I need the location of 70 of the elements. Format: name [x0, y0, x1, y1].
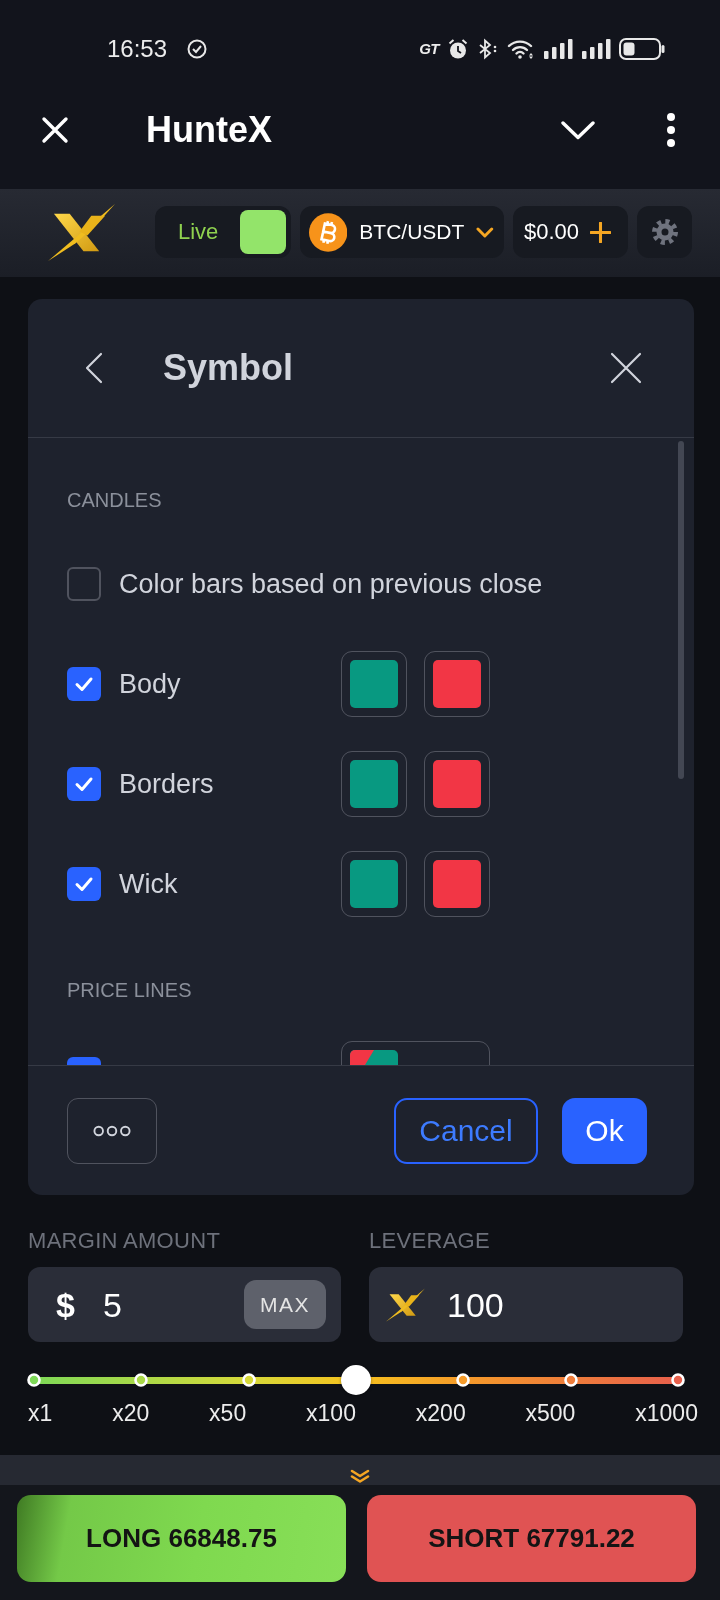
signal-icon: [543, 38, 573, 60]
checkbox[interactable]: [67, 767, 101, 801]
mode-label: Live: [178, 219, 219, 245]
slider-stop-icon[interactable]: [456, 1373, 471, 1387]
live-mode-toggle[interactable]: Live: [155, 206, 291, 258]
slider-stop-label: x500: [525, 1400, 576, 1426]
more-vertical-icon[interactable]: [667, 113, 675, 147]
slider-stop-label: x1: [28, 1400, 53, 1426]
bitcoin-icon: [309, 212, 348, 252]
settings-icon: [650, 218, 679, 246]
more-horizontal-icon: [93, 1124, 131, 1137]
option-label: Body: [119, 668, 182, 700]
section-heading: CANDLES: [67, 488, 163, 512]
leverage-field[interactable]: 100: [369, 1267, 683, 1342]
status-time: 16:53: [107, 35, 168, 63]
slider-stop-icon[interactable]: [27, 1373, 41, 1387]
symbol-selector[interactable]: BTC/USDT: [300, 206, 504, 258]
plus-icon: [590, 221, 612, 243]
more-options-button[interactable]: [67, 1097, 157, 1164]
settings-button[interactable]: [637, 206, 692, 258]
option-label: Color bars based on previous close: [119, 568, 543, 600]
slider-stop-icon[interactable]: [671, 1373, 685, 1387]
checkbox[interactable]: [67, 867, 101, 901]
option-label: Wick: [119, 868, 179, 900]
color-picker-button[interactable]: [341, 851, 407, 917]
color-picker-button[interactable]: [424, 651, 490, 717]
network-type-label: GT: [419, 40, 439, 58]
battery-icon: [619, 38, 665, 60]
slider-stop-label: x50: [209, 1400, 247, 1426]
chevron-down-icon[interactable]: [561, 120, 595, 140]
close-icon[interactable]: [610, 352, 642, 384]
currency-symbol: $: [56, 1284, 75, 1325]
max-button[interactable]: MAX: [244, 1280, 326, 1329]
signal-icon: [581, 38, 611, 60]
cancel-button[interactable]: Cancel: [394, 1097, 538, 1164]
field-label: LEVERAGE: [369, 1229, 491, 1253]
bluetooth-icon: [477, 38, 499, 60]
margin-amount-field[interactable]: $ 5 MAX: [28, 1267, 341, 1342]
checkbox[interactable]: [67, 667, 101, 701]
scrollbar-thumb[interactable]: [678, 441, 684, 779]
color-picker-button[interactable]: [424, 851, 490, 917]
slider-stop-icon[interactable]: [134, 1373, 149, 1387]
caret-down-icon: [476, 226, 494, 238]
color-picker-button[interactable]: [341, 651, 407, 717]
color-picker-button[interactable]: [424, 751, 490, 817]
slider-stop-icon[interactable]: [563, 1373, 578, 1387]
dialog-title: Symbol: [163, 347, 295, 389]
leverage-value: 100: [447, 1284, 504, 1325]
slider-stop-icon[interactable]: [241, 1373, 256, 1387]
amount-value: 5: [102, 1284, 122, 1325]
slider-stop-label: x1000: [635, 1400, 698, 1426]
slider-stop-label: x100: [306, 1400, 356, 1426]
field-label: MARGIN AMOUNT: [28, 1229, 222, 1253]
checkbox[interactable]: [67, 567, 101, 601]
long-button[interactable]: LONG 66848.75: [17, 1495, 346, 1582]
ok-button[interactable]: Ok: [562, 1097, 647, 1164]
slider-stop-label: x200: [415, 1400, 466, 1426]
option-label: Borders: [119, 768, 215, 800]
balance-button[interactable]: $0.00: [513, 206, 628, 258]
check-circle-icon: [187, 39, 208, 59]
app-title: HunteX: [146, 109, 273, 151]
alarm-clock-icon: [447, 38, 469, 60]
slider-thumb[interactable]: [341, 1365, 371, 1395]
double-chevron-down-icon[interactable]: [350, 1469, 370, 1483]
wifi-icon: [507, 38, 535, 60]
short-button[interactable]: SHORT 67791.22: [367, 1495, 696, 1582]
color-picker-button[interactable]: [341, 751, 407, 817]
back-icon[interactable]: [85, 352, 103, 384]
slider-stop-label: x20: [112, 1400, 150, 1426]
section-heading: PRICE LINES: [67, 978, 193, 1002]
